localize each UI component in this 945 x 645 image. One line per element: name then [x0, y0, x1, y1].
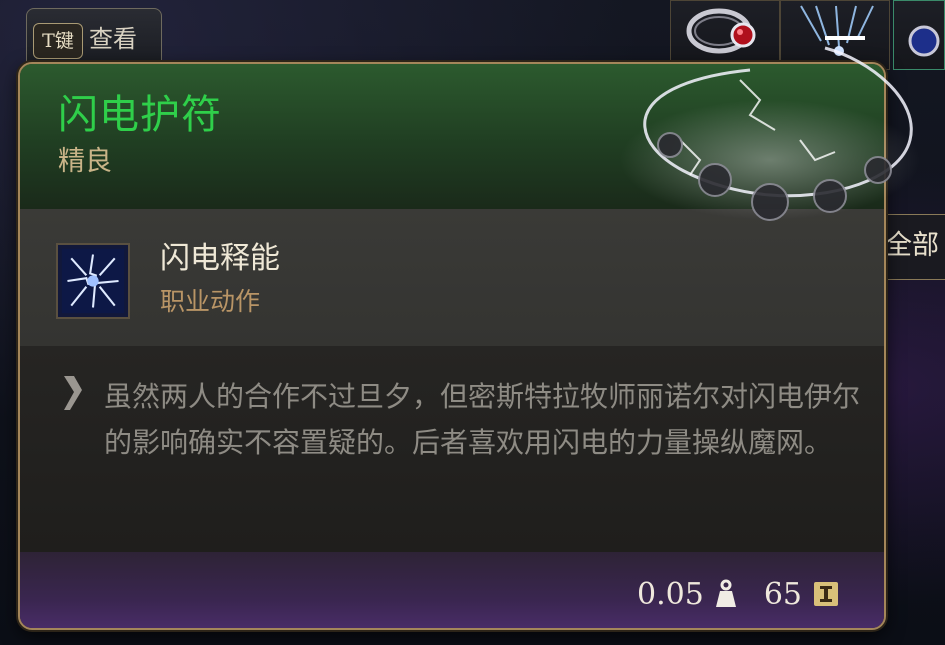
- item-name: 闪电护符: [58, 92, 222, 138]
- ring-slot[interactable]: [670, 0, 780, 70]
- gem-icon: [908, 25, 940, 57]
- item-tooltip: 闪电护符 精良 闪电释能 职业动作 虽然两人的合作不过旦夕，但密斯特拉牧师丽诺尔…: [18, 62, 886, 630]
- ring-icon: [686, 8, 756, 54]
- weight-icon: [715, 579, 736, 607]
- equipped-slot[interactable]: [893, 0, 945, 70]
- filter-tab-all[interactable]: 全部: [884, 214, 945, 280]
- filter-tab-label: 全部: [885, 230, 939, 261]
- tooltip-header: 闪电护符 精良: [20, 64, 884, 209]
- amulet-icon: [800, 5, 874, 56]
- granted-action: 闪电释能 职业动作: [20, 209, 884, 346]
- description-section: 虽然两人的合作不过旦夕，但密斯特拉牧师丽诺尔对闪电伊尔的影响确实不容置疑的。后者…: [20, 346, 884, 552]
- amulet-slot[interactable]: [780, 0, 890, 70]
- item-rarity: 精良: [58, 146, 112, 177]
- item-value: 65: [763, 576, 802, 612]
- lightning-action-icon: [56, 243, 130, 319]
- item-stats: 0.05 65: [637, 574, 840, 614]
- action-name: 闪电释能: [160, 241, 280, 276]
- quote-icon: [64, 376, 82, 410]
- inspect-label: 查看: [89, 25, 137, 53]
- keycap-t: T键: [33, 23, 83, 59]
- action-type: 职业动作: [160, 287, 261, 316]
- inspect-key-hint[interactable]: T键 查看: [26, 8, 162, 68]
- tooltip-footer: 0.05 65: [20, 552, 884, 628]
- gold-coin-icon: [814, 582, 838, 606]
- item-weight: 0.05: [637, 576, 704, 612]
- item-description: 虽然两人的合作不过旦夕，但密斯特拉牧师丽诺尔对闪电伊尔的影响确实不容置疑的。后者…: [104, 380, 861, 459]
